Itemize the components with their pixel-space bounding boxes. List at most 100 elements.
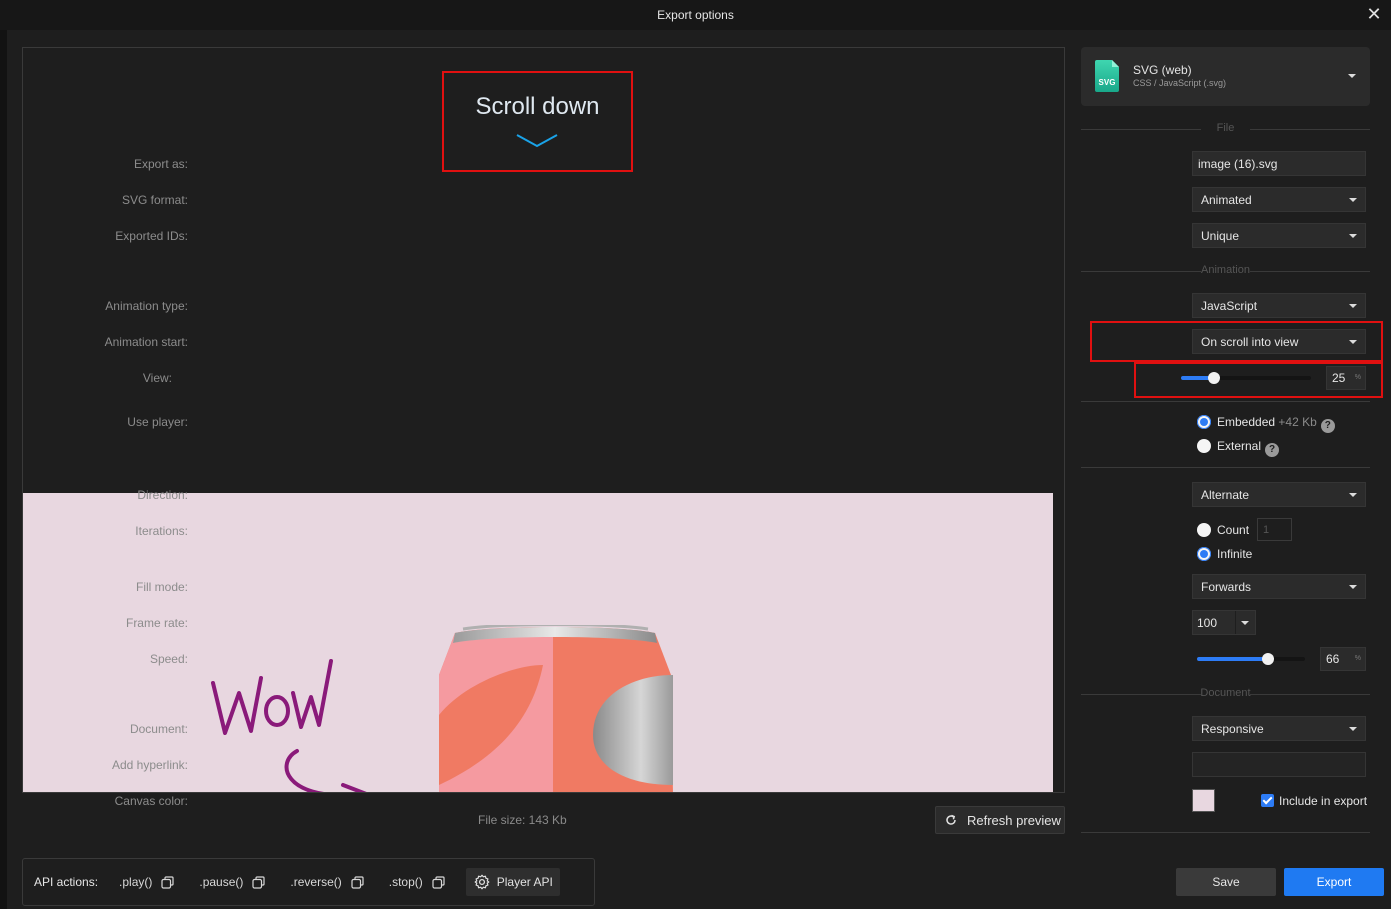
use-player-label: Use player: — [127, 415, 188, 429]
section-document: Document — [1081, 687, 1370, 701]
frame-rate-select[interactable]: 100 — [1192, 610, 1256, 635]
view-slider-thumb[interactable] — [1207, 372, 1220, 384]
scroll-hint-highlight: Scroll down — [442, 71, 633, 172]
speed-label: Speed: — [149, 652, 188, 666]
animation-start-value: On scroll into view — [1201, 334, 1299, 349]
window-title: Export options — [657, 8, 734, 22]
format-subtitle: CSS / JavaScript (.svg) — [1133, 78, 1227, 88]
player-api-label: Player API — [496, 875, 553, 889]
svg-file-icon-text: SVG — [1099, 78, 1116, 87]
chevron-down-icon — [516, 134, 558, 148]
frame-rate-label: Frame rate: — [125, 616, 188, 630]
infinite-radio[interactable] — [1197, 547, 1211, 561]
canvas-color-label: Canvas color: — [114, 794, 188, 808]
chevron-down-icon — [1348, 74, 1356, 78]
close-icon[interactable]: ✕ — [1365, 5, 1383, 23]
api-action-label: .stop() — [388, 875, 423, 889]
external-radio[interactable] — [1197, 439, 1211, 453]
external-label: External — [1217, 439, 1262, 453]
format-selector[interactable]: SVG SVG (web) CSS / JavaScript (.svg) — [1081, 47, 1370, 106]
save-button[interactable]: Save — [1176, 868, 1276, 896]
chevron-down-icon — [1349, 585, 1357, 589]
chevron-down-icon — [1349, 727, 1357, 731]
embedded-size: +42 Kb — [1278, 415, 1317, 429]
api-action-play: .play() — [119, 875, 174, 889]
chevron-down-icon — [1349, 340, 1357, 344]
chevron-down-icon — [1349, 493, 1357, 497]
refresh-preview-button[interactable]: Refresh preview — [935, 806, 1065, 834]
svg-format-label: SVG format: — [121, 193, 188, 207]
api-action-pause: .pause() — [199, 875, 266, 889]
speed-slider-thumb[interactable] — [1262, 653, 1275, 665]
animation-start-select[interactable]: On scroll into view — [1192, 329, 1366, 354]
frame-rate-value: 100 — [1197, 615, 1218, 630]
copy-icon[interactable] — [161, 875, 174, 889]
canvas-color-swatch[interactable] — [1192, 789, 1215, 812]
scroll-hint-text: Scroll down — [475, 93, 600, 120]
iterations-label: Iterations: — [135, 524, 188, 538]
speed-value: 66 — [1326, 652, 1340, 666]
copy-icon[interactable] — [432, 875, 445, 889]
animation-type-value: JavaScript — [1201, 298, 1258, 313]
api-action-stop: .stop() — [389, 875, 445, 889]
fill-mode-value: Forwards — [1201, 579, 1252, 594]
chevron-down-icon[interactable] — [1241, 621, 1249, 625]
animation-type-select[interactable]: JavaScript — [1192, 293, 1366, 318]
animation-start-label: Animation start: — [104, 335, 188, 349]
api-action-label: .pause() — [199, 875, 244, 889]
exported-ids-select[interactable]: Unique — [1192, 223, 1366, 248]
fill-mode-label: Fill mode: — [135, 580, 188, 594]
speed-value-input[interactable]: 66% — [1320, 647, 1366, 671]
count-radio[interactable] — [1197, 523, 1211, 537]
section-file: File — [1081, 122, 1370, 136]
infinite-label: Infinite — [1217, 547, 1253, 561]
artwork-canvas — [23, 493, 1053, 792]
export-as-input[interactable]: image (16).svg — [1192, 151, 1366, 176]
external-option: External? — [1217, 439, 1280, 457]
view-slider[interactable] — [1181, 372, 1311, 384]
wow-sketch-illustration — [211, 659, 367, 792]
embedded-radio[interactable] — [1197, 415, 1211, 429]
view-value: 25 — [1332, 371, 1346, 385]
section-file-label: File — [1216, 122, 1235, 134]
divider — [1081, 467, 1370, 468]
chevron-down-icon — [1349, 304, 1357, 308]
direction-label: Direction: — [137, 488, 188, 502]
add-hyperlink-label: Add hyperlink: — [111, 758, 188, 772]
player-api-button[interactable]: Player API — [465, 868, 560, 896]
count-input[interactable]: 1 — [1257, 518, 1292, 541]
export-button[interactable]: Export — [1284, 868, 1384, 896]
embedded-label: Embedded — [1217, 415, 1276, 429]
exported-ids-label: Exported IDs: — [115, 229, 188, 243]
speed-slider[interactable] — [1197, 653, 1305, 665]
section-animation-label: Animation — [1201, 264, 1250, 276]
title-bar: Export options ✕ — [0, 0, 1391, 30]
embedded-option: Embedded +42 Kb? — [1217, 415, 1335, 433]
gear-icon — [474, 874, 490, 890]
section-animation: Animation — [1081, 264, 1370, 278]
soda-can-illustration — [439, 625, 673, 792]
divider — [1081, 832, 1370, 833]
help-icon[interactable]: ? — [1320, 419, 1335, 433]
copy-icon[interactable] — [252, 875, 266, 889]
svg-format-select[interactable]: Animated — [1192, 187, 1366, 212]
section-document-label: Document — [1200, 687, 1251, 699]
fill-mode-select[interactable]: Forwards — [1192, 574, 1366, 599]
api-actions-bar: API actions: .play() .pause() .reverse()… — [22, 858, 595, 906]
divider — [1081, 401, 1370, 402]
include-in-export-checkbox[interactable] — [1261, 794, 1274, 807]
api-actions-label: API actions: — [34, 875, 99, 889]
animation-type-label: Animation type: — [105, 299, 188, 313]
copy-icon[interactable] — [351, 875, 364, 889]
add-hyperlink-input[interactable] — [1192, 752, 1366, 777]
frame-rate-separator — [1235, 611, 1236, 634]
document-value: Responsive — [1201, 721, 1264, 736]
direction-select[interactable]: Alternate — [1192, 482, 1366, 507]
document-select[interactable]: Responsive — [1192, 716, 1366, 741]
help-icon[interactable]: ? — [1265, 443, 1280, 457]
refresh-icon — [946, 814, 956, 825]
exported-ids-value: Unique — [1201, 228, 1240, 243]
include-in-export-label: Include in export — [1279, 794, 1368, 808]
view-value-input[interactable]: 25% — [1326, 366, 1366, 390]
svg-format-value: Animated — [1201, 192, 1252, 207]
